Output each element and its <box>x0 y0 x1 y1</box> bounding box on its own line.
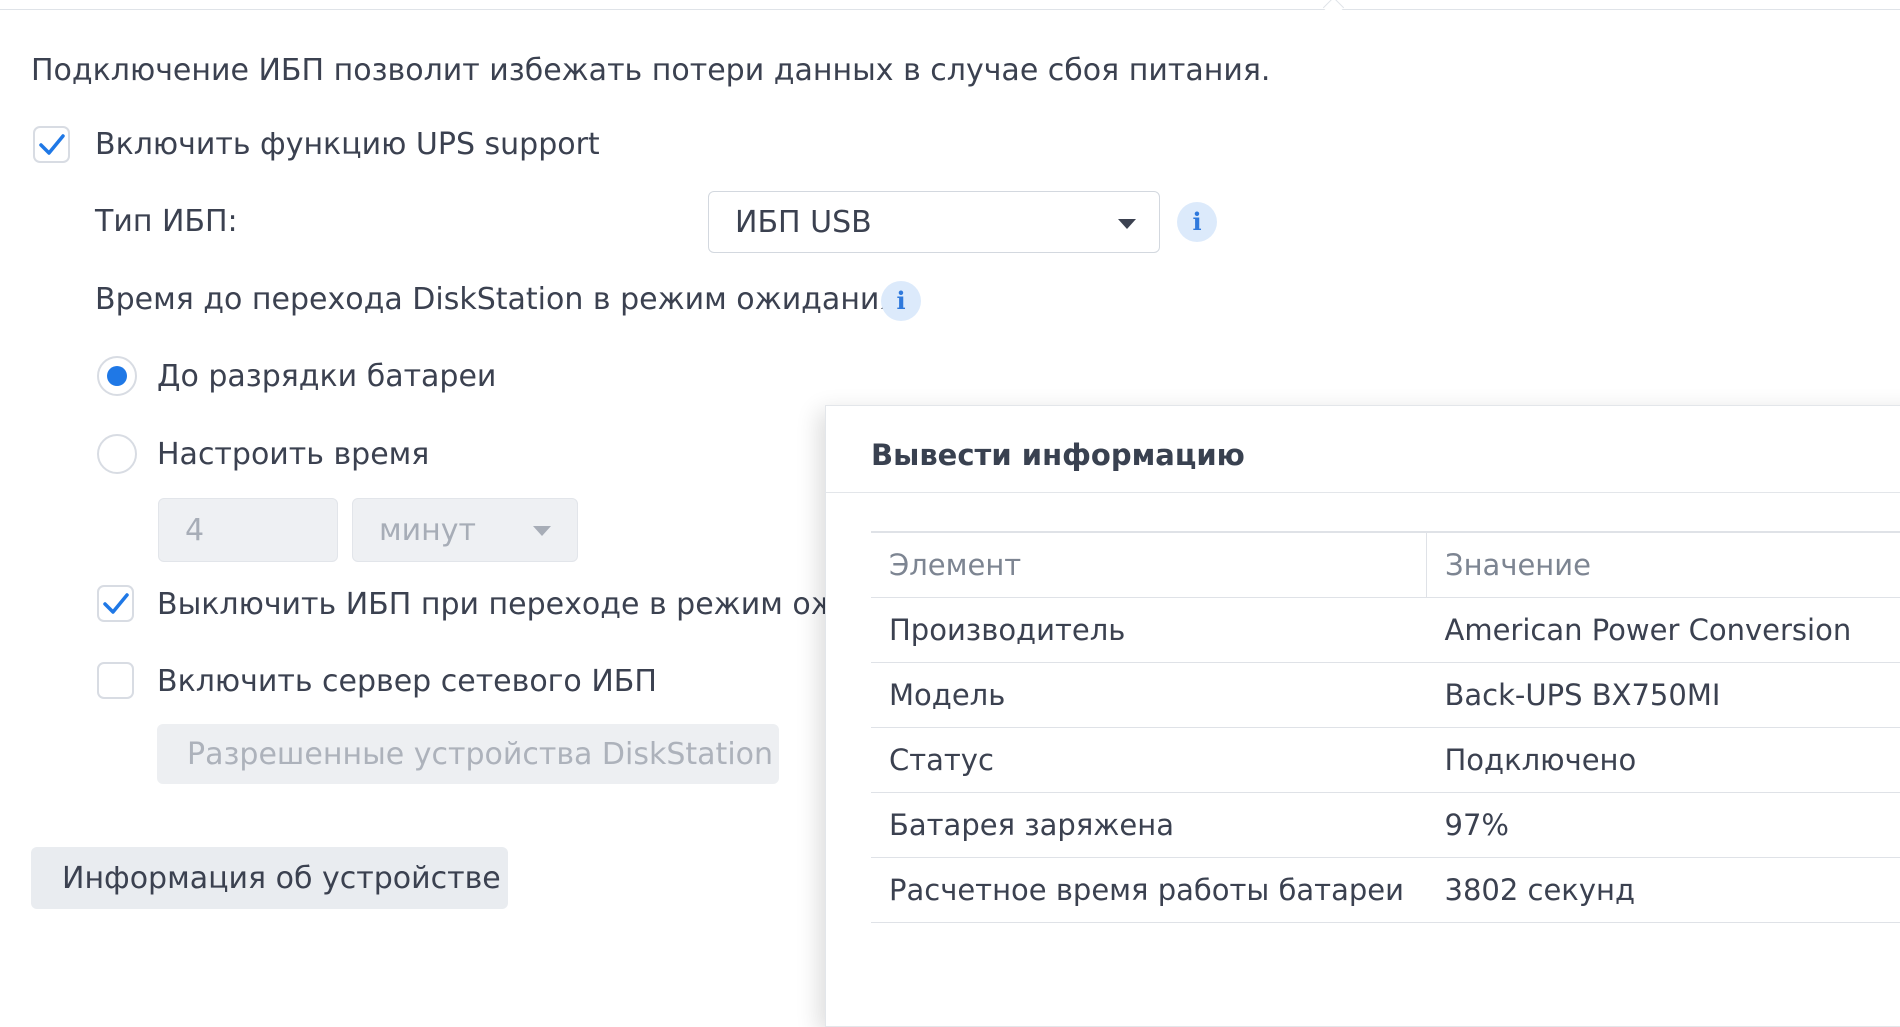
column-header-item: Элемент <box>871 532 1427 598</box>
device-info-dialog: Вывести информацию Элемент Значение Прои… <box>825 405 1900 1027</box>
cell-item: Статус <box>871 728 1427 793</box>
ups-type-label: Тип ИБП: <box>95 207 238 237</box>
cell-value: 97% <box>1427 793 1900 858</box>
standby-time-label: Время до перехода DiskStation в режим ож… <box>95 285 897 315</box>
ups-type-select[interactable]: ИБП USB <box>708 191 1160 253</box>
device-info-table: Элемент Значение Производитель American … <box>871 531 1900 923</box>
time-unit-value: минут <box>379 516 476 546</box>
ups-description: Подключение ИБП позволит избежать потери… <box>31 56 1270 86</box>
time-value-input[interactable]: 4 <box>158 498 338 562</box>
permitted-devices-button[interactable]: Разрешенные устройства DiskStation <box>157 724 779 784</box>
info-icon[interactable]: i <box>881 281 921 321</box>
device-info-button[interactable]: Информация об устройстве <box>31 847 508 909</box>
table-header-row: Элемент Значение <box>871 532 1900 598</box>
cell-item: Батарея заряжена <box>871 793 1427 858</box>
shutdown-ups-label[interactable]: Выключить ИБП при переходе в режим ожид <box>157 590 878 620</box>
cell-item: Производитель <box>871 598 1427 663</box>
table-row[interactable]: Расчетное время работы батареи 3802 секу… <box>871 858 1900 923</box>
dialog-title: Вывести информацию <box>871 438 1245 472</box>
table-row[interactable]: Батарея заряжена 97% <box>871 793 1900 858</box>
time-value-text: 4 <box>185 516 204 546</box>
network-ups-server-checkbox[interactable] <box>97 662 134 699</box>
caret-down-icon <box>1118 219 1136 229</box>
check-icon <box>102 590 130 618</box>
caret-down-icon <box>533 526 551 536</box>
column-header-value: Значение <box>1427 532 1900 598</box>
cell-value: Подключено <box>1427 728 1900 793</box>
cell-item: Расчетное время работы батареи <box>871 858 1427 923</box>
table-row[interactable]: Модель Back-UPS BX750MI <box>871 663 1900 728</box>
ups-type-value: ИБП USB <box>735 208 872 238</box>
cell-value: 3802 секунд <box>1427 858 1900 923</box>
check-icon <box>38 131 66 159</box>
network-ups-server-label[interactable]: Включить сервер сетевого ИБП <box>157 667 657 697</box>
tab-strip-divider <box>0 9 1900 10</box>
cell-value: Back-UPS BX750MI <box>1427 663 1900 728</box>
info-icon[interactable]: i <box>1177 202 1217 242</box>
table-row[interactable]: Производитель American Power Conversion <box>871 598 1900 663</box>
cell-item: Модель <box>871 663 1427 728</box>
cell-value: American Power Conversion <box>1427 598 1900 663</box>
active-tab-pointer <box>1323 0 1344 18</box>
enable-ups-label[interactable]: Включить функцию UPS support <box>95 130 600 160</box>
radio-until-battery-low[interactable] <box>97 356 137 396</box>
radio-until-battery-low-label[interactable]: До разрядки батареи <box>157 362 496 392</box>
time-unit-select[interactable]: минут <box>352 498 578 562</box>
shutdown-ups-checkbox[interactable] <box>97 585 134 622</box>
radio-custom-time[interactable] <box>97 434 137 474</box>
table-row[interactable]: Статус Подключено <box>871 728 1900 793</box>
radio-custom-time-label[interactable]: Настроить время <box>157 440 429 470</box>
dialog-divider <box>826 492 1900 493</box>
enable-ups-checkbox[interactable] <box>33 126 70 163</box>
